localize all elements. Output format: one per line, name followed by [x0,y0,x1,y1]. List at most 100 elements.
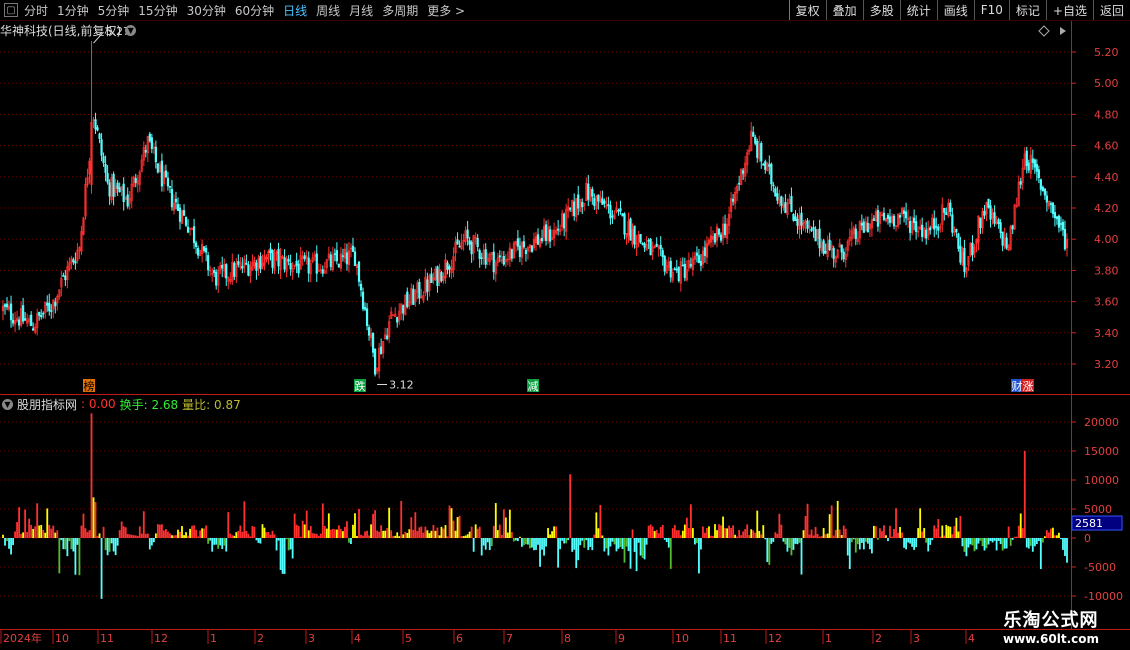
candle-body[interactable] [102,156,105,164]
candle-body[interactable] [860,223,863,226]
candle-body[interactable] [367,327,371,336]
candle-body[interactable] [607,204,610,206]
candle-body[interactable] [703,247,707,256]
candle-body[interactable] [776,193,779,201]
candle-body[interactable] [522,241,526,248]
candle-body[interactable] [697,255,701,264]
candle-body[interactable] [329,254,332,267]
candle-body[interactable] [633,225,636,245]
candle-body[interactable] [540,238,544,242]
candle-body[interactable] [577,194,580,209]
candle-body[interactable] [277,248,280,267]
candle-body[interactable] [245,262,248,265]
candle-body[interactable] [794,216,797,222]
candle-body[interactable] [597,194,600,202]
candle-body[interactable] [440,272,443,282]
candle-body[interactable] [518,245,522,257]
candle-body[interactable] [609,205,612,219]
candle-body[interactable] [182,210,186,216]
candle-body[interactable] [40,315,43,318]
candle-body[interactable] [62,275,65,277]
candle-body[interactable] [170,189,174,208]
candle-body[interactable] [832,248,835,259]
candle-body[interactable] [1061,221,1065,230]
candle-body[interactable] [458,245,461,248]
candle-body[interactable] [357,261,361,282]
candle-body[interactable] [178,207,182,222]
candle-body[interactable] [951,214,954,233]
candle-body[interactable] [166,177,170,187]
candle-body[interactable] [337,263,341,268]
candle-body[interactable] [581,201,584,208]
candle-body[interactable] [315,253,318,274]
candle-body[interactable] [205,248,208,253]
candle-body[interactable] [647,240,650,242]
candle-body[interactable] [536,234,540,245]
candle-body[interactable] [430,273,433,283]
candle-body[interactable] [695,252,699,256]
candle-body[interactable] [997,219,1000,224]
candle-body[interactable] [810,228,813,232]
candle-body[interactable] [623,213,626,235]
candle-body[interactable] [1041,186,1044,192]
candle-body[interactable] [1039,179,1042,190]
candle-body[interactable] [840,244,843,253]
candle-body[interactable] [888,216,892,223]
candle-body[interactable] [148,133,151,142]
candle-body[interactable] [772,184,775,187]
candle-body[interactable] [1063,229,1067,250]
candle-body[interactable] [233,262,236,277]
candle-body[interactable] [184,216,188,226]
candle-body[interactable] [756,140,759,158]
candle-body[interactable] [643,243,646,248]
candle-body[interactable] [17,319,21,326]
candle-body[interactable] [774,188,777,197]
candle-body[interactable] [363,307,367,310]
candle-body[interactable] [307,257,310,274]
candle-body[interactable] [929,227,932,231]
candle-body[interactable] [122,183,125,203]
candle-body[interactable] [866,223,869,233]
candle-body[interactable] [74,261,77,264]
candle-body[interactable] [935,225,938,228]
candle-body[interactable] [754,136,757,144]
candle-body[interactable] [371,332,375,353]
candle-body[interactable] [824,250,827,254]
candle-body[interactable] [112,173,115,197]
candle-body[interactable] [30,314,33,327]
candle-body[interactable] [675,268,678,271]
candle-body[interactable] [601,198,604,205]
candle-body[interactable] [593,197,596,206]
candle-body[interactable] [100,139,103,156]
candle-body[interactable] [168,185,172,188]
candle-body[interactable] [752,132,755,137]
candle-body[interactable] [738,182,741,185]
candle-body[interactable] [661,250,664,258]
candle-body[interactable] [818,228,821,249]
candle-body[interactable] [1059,223,1063,225]
candle-body[interactable] [987,198,990,208]
candle-body[interactable] [126,194,129,207]
candle-body[interactable] [1025,150,1028,167]
candle-body[interactable] [587,183,590,200]
candle-body[interactable] [213,270,216,273]
candle-body[interactable] [993,212,996,224]
candle-body[interactable] [287,258,290,262]
candle-body[interactable] [426,279,429,292]
candle-body[interactable] [573,201,576,217]
candle-body[interactable] [619,208,622,212]
candle-body[interactable] [1019,181,1022,185]
candle-body[interactable] [94,119,97,130]
candle-body[interactable] [617,210,620,212]
candle-body[interactable] [50,310,53,312]
candle-body[interactable] [192,226,196,244]
candle-body[interactable] [591,188,594,197]
candle-body[interactable] [24,318,27,321]
candle-body[interactable] [955,229,958,233]
candle-body[interactable] [800,212,803,226]
candle-body[interactable] [476,238,479,248]
candle-body[interactable] [1051,202,1055,214]
candle-body[interactable] [186,226,190,233]
candle-body[interactable] [492,251,495,273]
candle-body[interactable] [418,281,421,299]
